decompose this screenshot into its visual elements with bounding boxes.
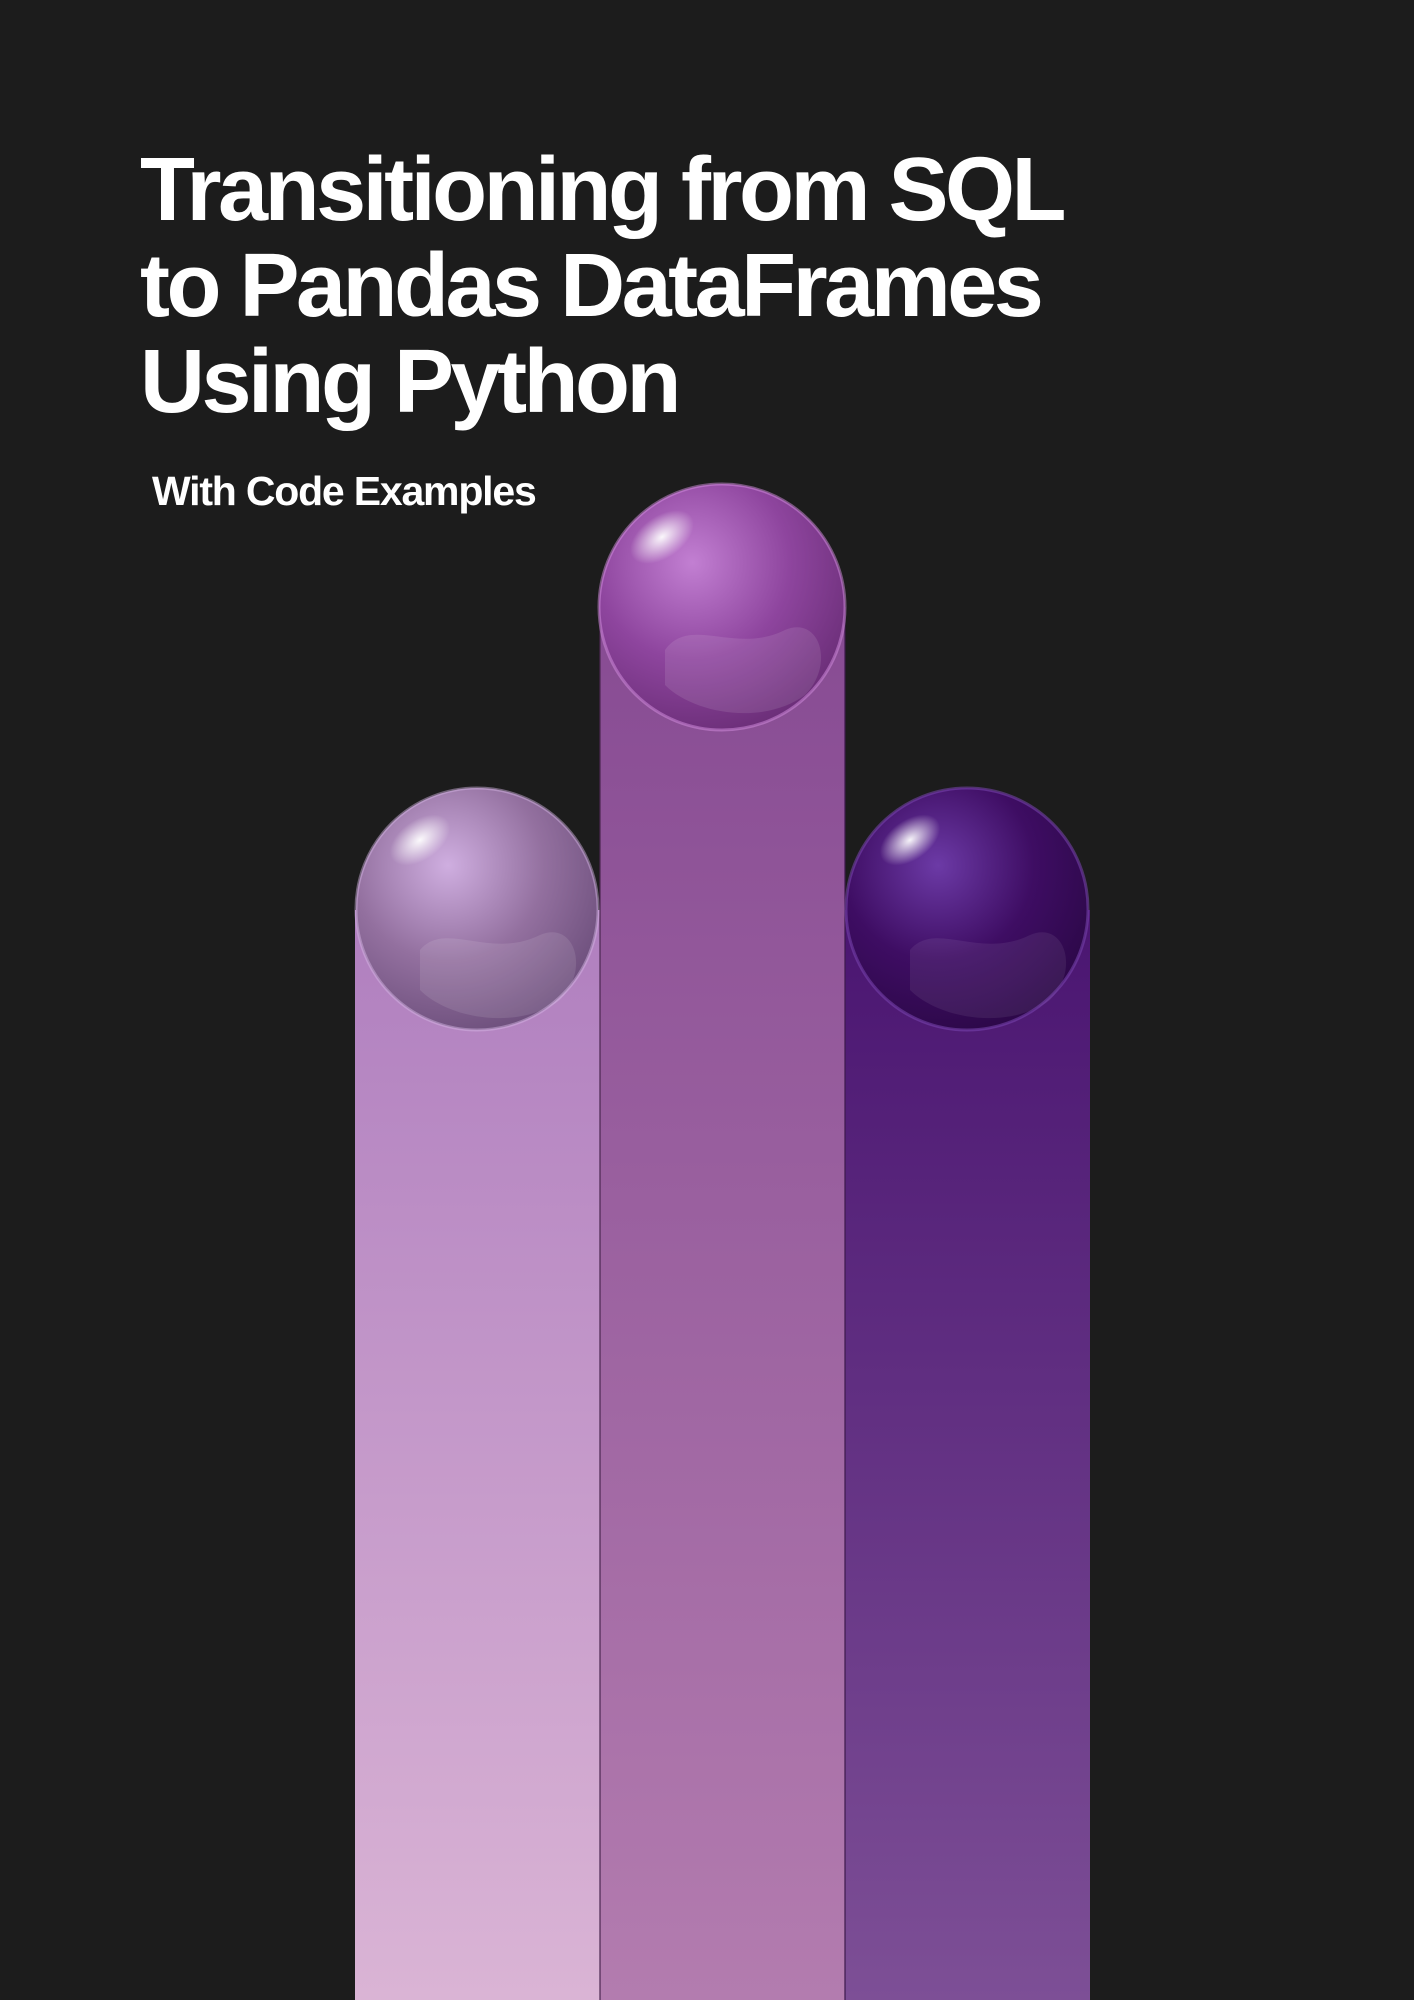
book-cover: Transitioning from SQL to Pandas DataFra…	[0, 0, 1414, 2000]
left-sphere	[354, 786, 600, 1032]
middle-sphere	[597, 482, 847, 732]
middle-pillar	[600, 607, 845, 2000]
book-title: Transitioning from SQL to Pandas DataFra…	[140, 140, 1067, 432]
left-pillar	[355, 910, 600, 2000]
book-subtitle: With Code Examples	[152, 468, 537, 514]
right-sphere	[844, 786, 1090, 1032]
right-pillar	[845, 910, 1090, 2000]
